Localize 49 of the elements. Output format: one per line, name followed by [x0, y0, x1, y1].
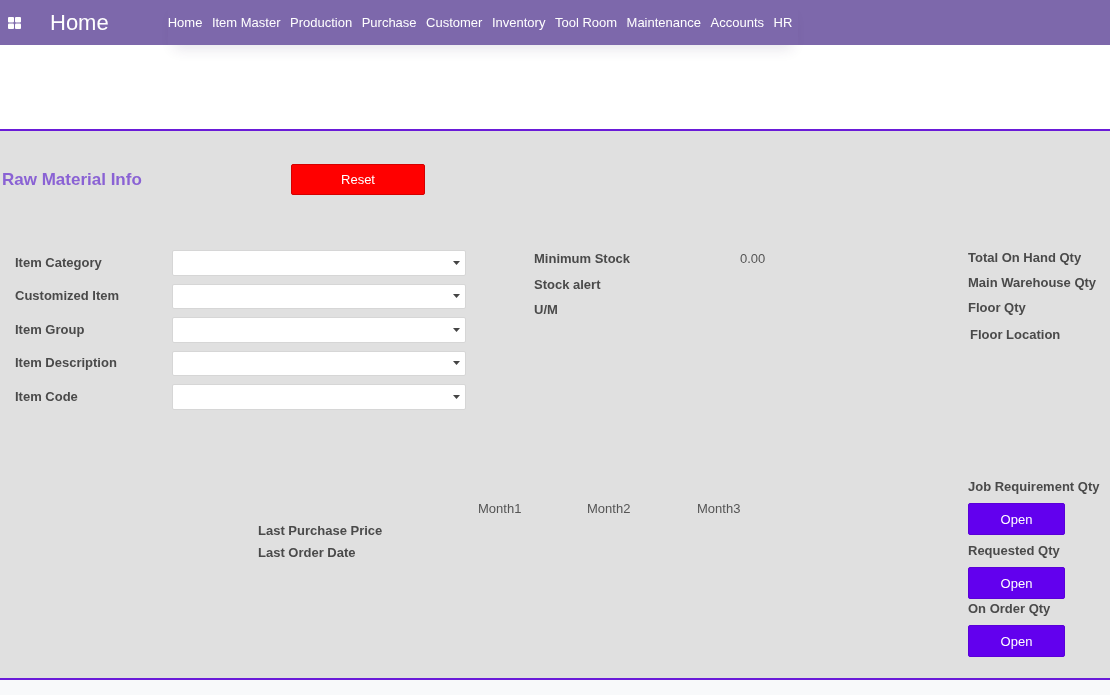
row-label: Last Purchase Price — [258, 522, 384, 540]
quantity-label: On Order Qty — [968, 600, 1051, 618]
dropdown-field[interactable] — [172, 350, 466, 376]
nav-link[interactable]: HR — [773, 14, 793, 31]
field-label: Customized Item — [15, 287, 120, 306]
nav-link[interactable]: Item Master — [211, 14, 281, 31]
quantity-label: Requested Qty — [968, 542, 1060, 560]
nav-link[interactable]: Accounts — [710, 14, 764, 31]
dropdown-field[interactable] — [172, 283, 466, 309]
section-title: Raw Material Info — [2, 170, 143, 190]
quantity-label: Floor Qty — [968, 299, 1027, 317]
quantity-label: Floor Location — [969, 326, 1062, 344]
dropdown-field[interactable] — [172, 250, 466, 276]
column-header: Month3 — [697, 500, 742, 518]
field-label: Item Code — [15, 387, 79, 406]
quantity-label: Total On Hand Qty — [968, 249, 1083, 267]
caret-icon — [453, 294, 460, 299]
field-label: Item Category — [15, 253, 103, 272]
caret-icon — [453, 260, 460, 265]
caret-icon — [453, 327, 460, 332]
dropdown-field[interactable] — [172, 317, 466, 343]
stock-label: Stock alert — [534, 275, 602, 294]
quantity-label: Main Warehouse Qty — [968, 274, 1098, 292]
quantity-label: Job Requirement Qty — [968, 478, 1100, 496]
nav-link[interactable]: Maintenance — [626, 14, 701, 31]
open-button[interactable]: Open — [968, 503, 1065, 535]
stock-label: Minimum Stock — [534, 250, 632, 268]
apps-menu-button[interactable] — [8, 16, 21, 29]
nav-link[interactable]: Inventory — [491, 14, 546, 31]
field-label: Item Description — [15, 354, 118, 373]
column-header: Month1 — [478, 500, 523, 518]
nav-link[interactable]: Purchase — [361, 14, 417, 31]
brand-link[interactable]: Home — [50, 9, 109, 36]
nav-link[interactable]: Production — [290, 14, 353, 31]
caret-icon — [453, 394, 460, 399]
open-button[interactable]: Open — [968, 625, 1065, 657]
nav-link[interactable]: Home — [167, 14, 203, 31]
nav-link[interactable]: Tool Room — [554, 14, 618, 31]
stock-label: U/M — [534, 301, 559, 319]
caret-icon — [453, 361, 460, 366]
grid-icon — [8, 16, 21, 29]
open-button[interactable]: Open — [968, 567, 1065, 599]
dropdown-field[interactable] — [172, 384, 466, 410]
column-header: Month2 — [587, 500, 632, 518]
stock-value: 0.00 — [740, 250, 767, 268]
reset-button[interactable]: Reset — [291, 164, 425, 195]
nav-link[interactable]: Customer — [426, 14, 483, 31]
field-label: Item Group — [15, 320, 86, 339]
row-label: Last Order Date — [258, 544, 357, 562]
